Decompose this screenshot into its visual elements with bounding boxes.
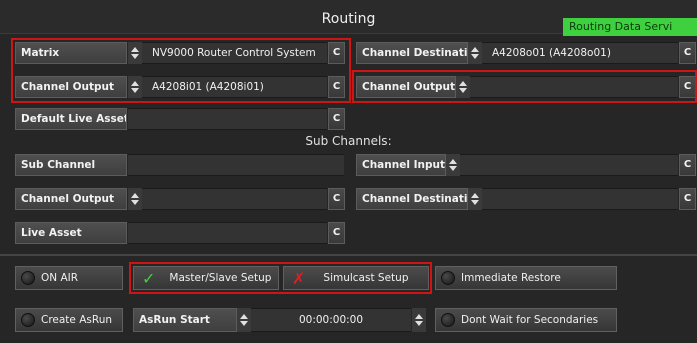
- led-indicator-icon: [21, 271, 35, 285]
- immediate-restore-button[interactable]: Immediate Restore: [435, 266, 617, 290]
- asrun-time-spinner-icon[interactable]: [412, 308, 426, 332]
- channel-destination-label: Channel Destination: [356, 42, 468, 64]
- asrun-start-spinner-icon[interactable]: [237, 308, 251, 332]
- led-indicator-icon: [441, 313, 455, 327]
- live-asset-label: Live Asset: [15, 222, 127, 244]
- channel-destination-clear-button[interactable]: C: [679, 42, 696, 64]
- led-indicator-icon: [21, 313, 35, 327]
- sub-channel-input-clear-button[interactable]: C: [679, 154, 696, 176]
- sub-channel-input-field[interactable]: [460, 154, 678, 176]
- sub-channel-destination-spinner-icon[interactable]: [468, 188, 482, 210]
- setup-highlight-box: [129, 262, 432, 294]
- sub-channel-output-field[interactable]: [142, 188, 327, 210]
- sub-channel-destination-clear-button[interactable]: C: [679, 188, 696, 210]
- live-asset-field[interactable]: [128, 222, 327, 244]
- default-live-asset-label: Default Live Asset: [15, 108, 127, 130]
- sub-channel-output-spinner-icon[interactable]: [128, 188, 142, 210]
- on-air-button[interactable]: ON AIR: [15, 266, 123, 290]
- routing-window: Routing Routing Data Servi Matrix NV9000…: [0, 0, 697, 343]
- channel-destination-field[interactable]: A4208o01 (A4208o01): [482, 42, 678, 64]
- dont-wait-secondaries-label: Dont Wait for Secondaries: [461, 314, 599, 326]
- sub-channel-input-label: Channel Input: [356, 154, 446, 176]
- live-asset-clear-button[interactable]: C: [328, 222, 345, 244]
- asrun-start-time-field[interactable]: 00:00:00:00: [251, 308, 411, 332]
- sub-channel-field[interactable]: [128, 154, 344, 176]
- asrun-start-label: AsRun Start: [133, 308, 237, 332]
- led-indicator-icon: [441, 271, 455, 285]
- create-asrun-button[interactable]: Create AsRun: [15, 308, 123, 332]
- sub-channels-heading: Sub Channels:: [305, 134, 392, 148]
- section-divider: [0, 254, 697, 256]
- immediate-restore-label: Immediate Restore: [461, 272, 561, 284]
- on-air-label: ON AIR: [41, 272, 79, 284]
- sub-channel-label: Sub Channel: [15, 154, 127, 176]
- channel-destination-spinner-icon[interactable]: [468, 42, 482, 64]
- sub-channel-output-clear-button[interactable]: C: [328, 188, 345, 210]
- sub-channel-input-spinner-icon[interactable]: [446, 154, 460, 176]
- sub-channel-destination-label: Channel Destination: [356, 188, 468, 210]
- sub-channel-destination-field[interactable]: [482, 188, 678, 210]
- default-live-asset-field[interactable]: [128, 108, 327, 130]
- channel-output-2-highlight-box: [352, 70, 697, 103]
- dont-wait-secondaries-button[interactable]: Dont Wait for Secondaries: [435, 308, 617, 332]
- routing-highlight-box: [11, 38, 351, 103]
- sub-channel-output-label: Channel Output: [15, 188, 127, 210]
- default-live-asset-clear-button[interactable]: C: [328, 108, 345, 130]
- create-asrun-label: Create AsRun: [41, 314, 113, 326]
- routing-data-status-badge: Routing Data Servi: [563, 18, 697, 36]
